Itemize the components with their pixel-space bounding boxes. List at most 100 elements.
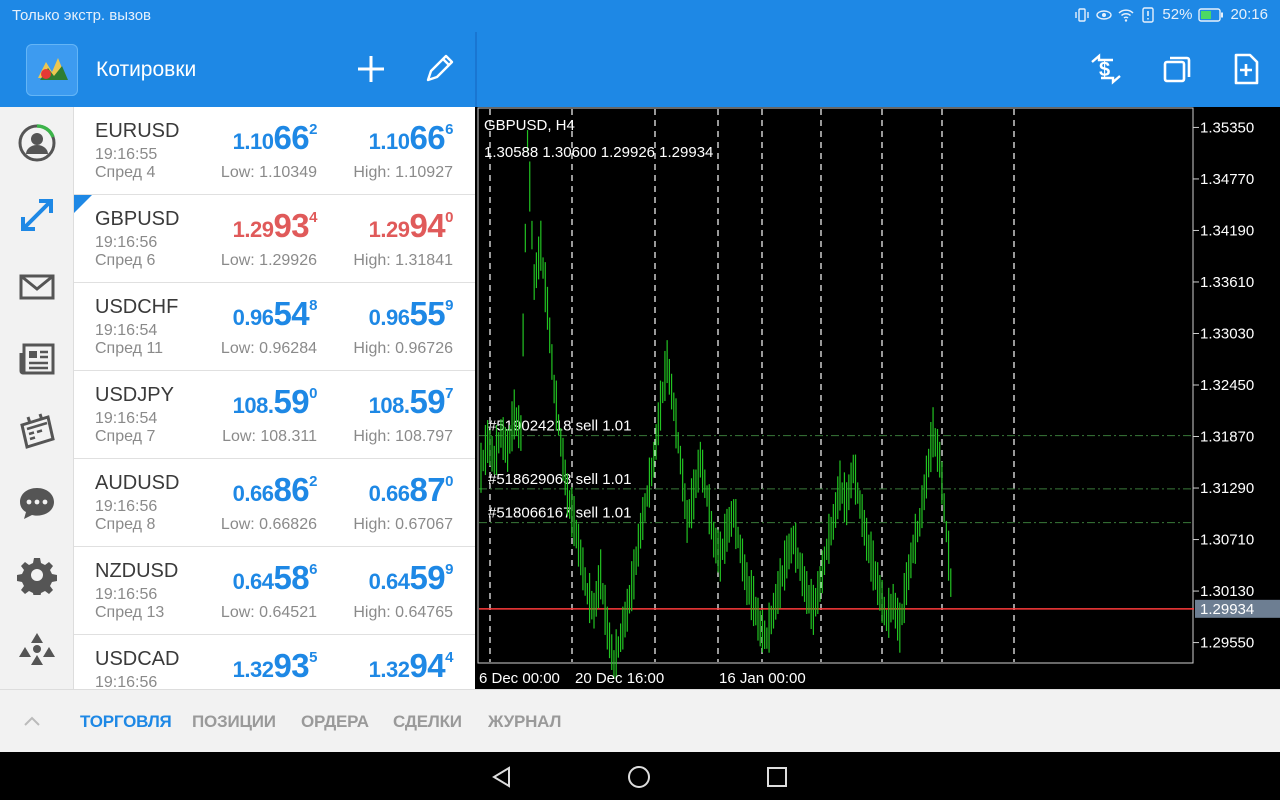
quote-time: 19:16:54 (95, 322, 158, 339)
page-title: Котировки (96, 58, 197, 81)
quote-high: High: 0.67067 (353, 516, 453, 533)
quote-low: Low: 108.311 (222, 428, 317, 445)
price-tick-label: 1.30710 (1200, 532, 1254, 549)
quote-symbol: USDJPY (95, 384, 174, 406)
windows-icon[interactable] (1160, 52, 1194, 86)
quote-spread: Спред 4 (95, 164, 156, 181)
quote-symbol: NZDUSD (95, 560, 179, 582)
quote-high: High: 108.797 (353, 428, 453, 445)
bid-price: 1.10662 (232, 119, 318, 156)
quote-row-usdcad[interactable]: USDCAD 19:16:56 1.32935 1.32944 (74, 635, 475, 689)
quote-spread: Спред 7 (95, 428, 156, 445)
price-tick-label: 1.33030 (1200, 325, 1254, 342)
quote-low: Low: 0.64521 (220, 604, 317, 621)
quote-low: Low: 1.29926 (220, 252, 317, 269)
quote-symbol: GBPUSD (95, 208, 180, 230)
bid-price: 0.64586 (232, 559, 318, 596)
mail-icon[interactable] (17, 267, 57, 307)
price-tick-label: 1.34770 (1200, 171, 1254, 188)
tab-orders[interactable]: ОРДЕРА (301, 712, 369, 732)
quote-row-usdjpy[interactable]: USDJPY 19:16:54 Спред 7 108.590 108.597 Low: … (74, 371, 475, 459)
price-tick-label: 1.29550 (1200, 635, 1254, 652)
date-tick-label: 20 Dec 16:00 (575, 670, 664, 687)
tab-deals[interactable]: СДЕЛКИ (393, 712, 462, 732)
quote-row-gbpusd[interactable]: GBPUSD 19:16:56 Спред 6 1.29934 1.29940 Low: … (74, 195, 475, 283)
chart-title: GBPUSD, H4 (484, 117, 575, 134)
bid-price: 0.96548 (232, 295, 318, 332)
new-document-icon[interactable] (1229, 52, 1263, 86)
price-tick-label: 1.31290 (1200, 480, 1254, 497)
chat-icon[interactable] (17, 483, 57, 523)
vibrate-icon (1075, 7, 1090, 22)
home-icon[interactable] (626, 764, 652, 790)
chevron-up-icon[interactable] (22, 714, 42, 728)
quote-time: 19:16:56 (95, 498, 158, 515)
quote-high: High: 0.64765 (353, 604, 453, 621)
quote-low: Low: 0.96284 (220, 340, 317, 357)
bid-price: 108.590 (232, 383, 318, 420)
tab-positions[interactable]: ПОЗИЦИИ (192, 712, 276, 732)
metatrader-logo-icon[interactable] (26, 44, 78, 96)
quote-spread: Спред 13 (95, 604, 165, 621)
account-icon[interactable] (17, 123, 57, 163)
status-time: 20:16 (1230, 6, 1268, 23)
quote-row-eurusd[interactable]: EURUSD 19:16:55 Спред 4 1.10662 1.10666 Low: … (74, 107, 475, 195)
bottom-tab-bar: ТОРГОВЛЯ ПОЗИЦИИ ОРДЕРА СДЕЛКИ ЖУРНАЛ (0, 689, 1280, 752)
quote-row-usdchf[interactable]: USDCHF 19:16:54 Спред 11 0.96548 0.96559 Low:… (74, 283, 475, 371)
ask-price: 0.66870 (368, 471, 454, 508)
calendar-icon[interactable] (17, 411, 57, 451)
ask-price: 1.10666 (368, 119, 454, 156)
order-label: #518066167 sell 1.01 (488, 505, 631, 522)
quote-time: 19:16:56 (95, 674, 158, 689)
ask-price: 1.29940 (368, 207, 454, 244)
price-tick-label: 1.31870 (1200, 429, 1254, 446)
chart-canvas[interactable]: #519024218 sell 1.01#518629063 sell 1.01… (477, 107, 1280, 689)
quotes-list: EURUSD 19:16:55 Спред 4 1.10662 1.10666 Low: … (74, 107, 475, 689)
ask-price: 0.64599 (368, 559, 454, 596)
eye-icon (1096, 9, 1113, 20)
bid-price: 1.29934 (232, 207, 318, 244)
recents-icon[interactable] (764, 764, 790, 790)
quote-time: 19:16:56 (95, 234, 158, 251)
quote-spread: Спред 6 (95, 252, 156, 269)
bid-price: 0.66862 (232, 471, 318, 508)
quote-spread: Спред 8 (95, 516, 156, 533)
currency-exchange-icon[interactable]: $ (1089, 52, 1123, 86)
price-tick-label: 1.35350 (1200, 119, 1254, 136)
edit-icon[interactable] (422, 52, 456, 86)
quote-symbol: USDCHF (95, 296, 179, 318)
back-icon[interactable] (489, 764, 515, 790)
status-text: Только экстр. вызов (12, 7, 152, 24)
quote-high: High: 1.10927 (353, 164, 453, 181)
quote-row-nzdusd[interactable]: NZDUSD 19:16:56 Спред 13 0.64586 0.64599 Low:… (74, 547, 475, 635)
system-nav-bar (0, 752, 1280, 800)
price-tick-label: 1.30130 (1200, 583, 1254, 600)
community-icon[interactable] (17, 629, 57, 669)
price-tick-label: 1.34190 (1200, 222, 1254, 239)
price-tick-label: 1.32450 (1200, 377, 1254, 394)
status-bar: Только экстр. вызов 52% 20:16 (0, 0, 1280, 32)
price-tick-label: 1.33610 (1200, 274, 1254, 291)
quote-low: Low: 0.66826 (220, 516, 317, 533)
tab-journal[interactable]: ЖУРНАЛ (488, 712, 561, 732)
quote-low: Low: 1.10349 (220, 164, 317, 181)
current-price-label: 1.29934 (1200, 601, 1254, 618)
wifi-icon (1118, 8, 1134, 22)
ask-price: 0.96559 (368, 295, 454, 332)
date-tick-label: 16 Jan 00:00 (719, 670, 806, 687)
bid-price: 1.32935 (232, 647, 318, 684)
sim-alert-icon (1142, 6, 1155, 23)
news-icon[interactable] (17, 339, 57, 379)
settings-icon[interactable] (17, 555, 57, 595)
sidebar (0, 107, 74, 689)
add-icon[interactable] (354, 52, 388, 86)
quote-spread: Спред 11 (95, 340, 164, 357)
trade-arrows-icon[interactable] (17, 195, 57, 235)
chart-header: $ (477, 32, 1280, 107)
selection-marker (74, 195, 92, 213)
quote-row-audusd[interactable]: AUDUSD 19:16:56 Спред 8 0.66862 0.66870 Low: … (74, 459, 475, 547)
quote-time: 19:16:55 (95, 146, 158, 163)
price-chart[interactable]: #519024218 sell 1.01 #518629063 sell 1.01… (477, 107, 1280, 689)
tab-trade[interactable]: ТОРГОВЛЯ (80, 712, 172, 732)
quotes-header: Котировки (0, 32, 475, 107)
